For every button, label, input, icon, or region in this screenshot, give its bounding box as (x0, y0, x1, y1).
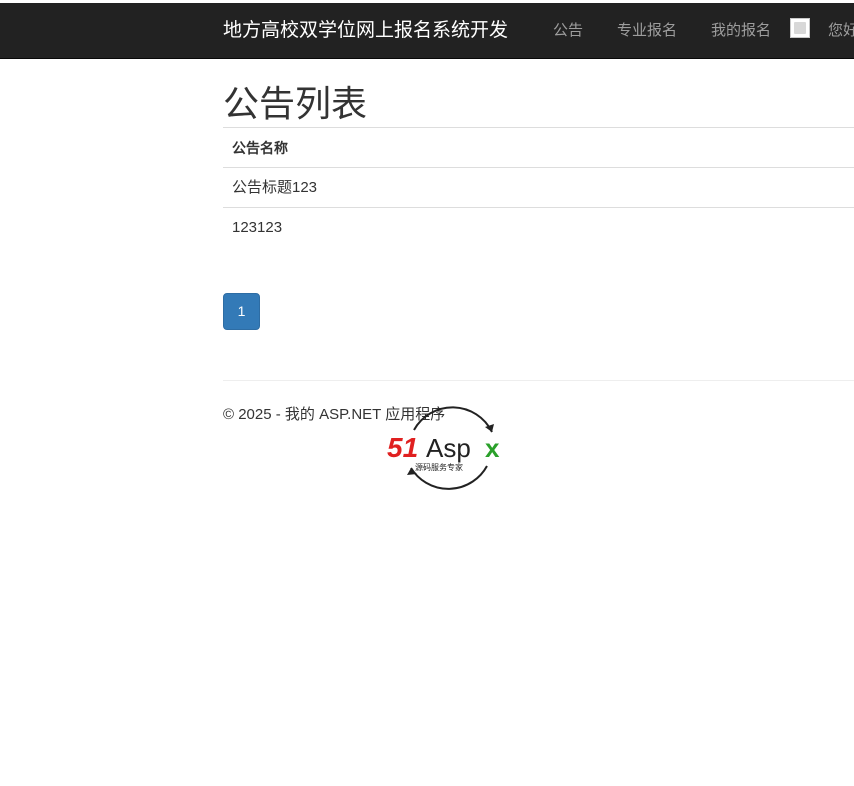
nav-link-announcements[interactable]: 公告 (553, 3, 583, 59)
announcement-table: 公告名称 公告标题123 123123 (223, 127, 854, 247)
logo-tagline-text: 源码服务专家 (415, 462, 463, 472)
logo-51-text: 51 (387, 432, 418, 463)
announcement-title-link[interactable]: 123123 (232, 219, 282, 236)
brand-link[interactable]: 地方高校双学位网上报名系统开发 (223, 3, 508, 59)
footer-divider (223, 380, 854, 381)
nav-link-my-registration[interactable]: 我的报名 (711, 3, 771, 59)
pagination-page-button[interactable]: 1 (223, 293, 260, 330)
user-greeting-link[interactable]: 您好 (828, 3, 854, 59)
column-header-announcement-name: 公告名称 (232, 140, 288, 156)
table-row: 123123 (223, 207, 854, 247)
user-avatar-image[interactable] (790, 18, 810, 38)
51aspx-logo: 51 Asp x 源码服务专家 (387, 406, 500, 490)
announcement-title-link[interactable]: 公告标题123 (232, 179, 317, 196)
logo-x-text: x (485, 433, 500, 463)
nav-link-major-registration[interactable]: 专业报名 (617, 3, 677, 59)
top-navbar: 地方高校双学位网上报名系统开发 公告 专业报名 我的报名 您好 (0, 3, 854, 59)
logo-asp-text: Asp (426, 433, 471, 463)
table-header: 公告名称 (223, 127, 854, 167)
table-row: 公告标题123 (223, 167, 854, 207)
page-title: 公告列表 (223, 83, 368, 124)
